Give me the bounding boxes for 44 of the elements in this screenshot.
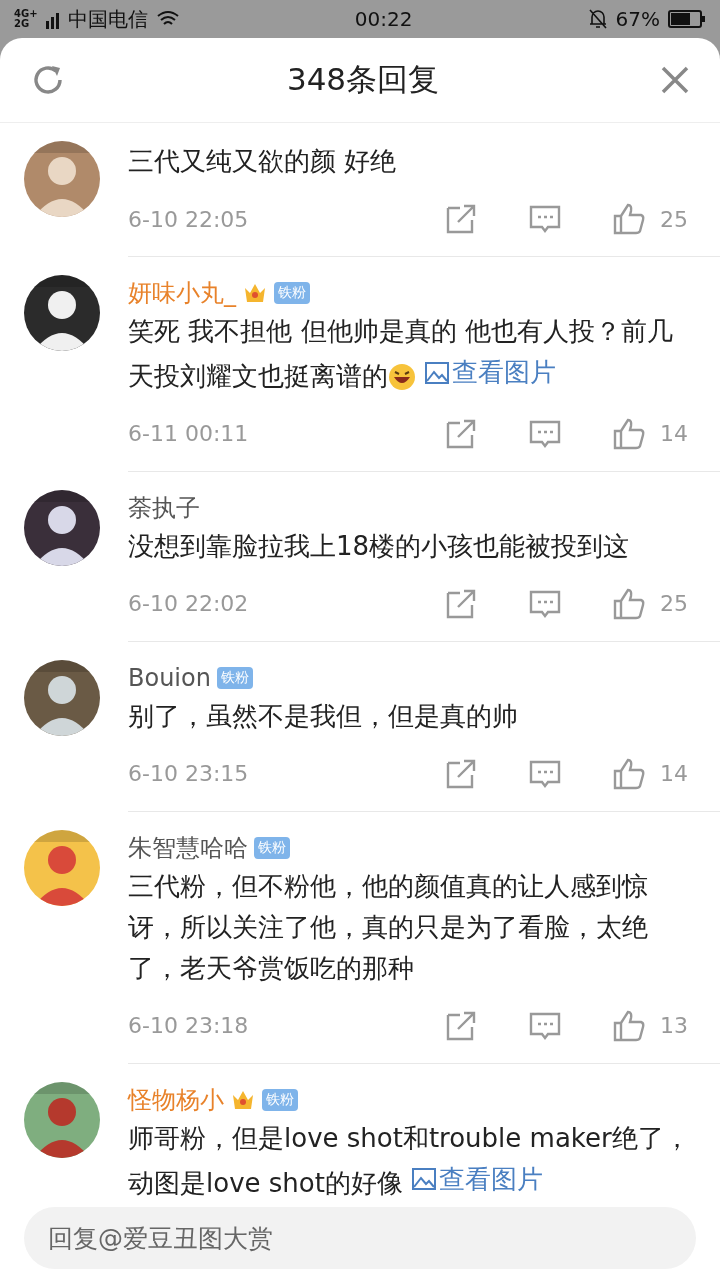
user-name[interactable]: 怪物杨小: [128, 1083, 224, 1116]
image-icon: [424, 360, 451, 385]
comment-time: 6-10 23:18: [128, 1013, 250, 1038]
thumbs-up-icon[interactable]: [612, 586, 646, 621]
thumbs-up-icon[interactable]: [612, 1008, 646, 1043]
image-icon: [411, 1167, 438, 1191]
view-image-link[interactable]: 查看图片: [424, 352, 557, 393]
battery-percent: 67%: [615, 7, 660, 31]
battery-icon: [668, 9, 706, 29]
share-icon[interactable]: [444, 202, 478, 236]
fan-badge: 铁粉: [254, 836, 290, 859]
reply-field[interactable]: 回复@爱豆丑图大赏: [24, 1207, 696, 1269]
view-image-link[interactable]: 查看图片: [411, 1158, 544, 1196]
bell-off-icon: [587, 8, 608, 30]
comment-time: 6-10 22:05: [128, 206, 250, 232]
close-icon[interactable]: [660, 65, 690, 95]
like-count: 25: [660, 591, 689, 616]
network-indicator: 4G+ 2G: [14, 9, 38, 29]
clock: 00:22: [354, 7, 413, 31]
user-name[interactable]: 朱智慧哈哈: [128, 831, 248, 864]
user-name[interactable]: Bouion: [128, 663, 211, 692]
comment-text: 没想到靠脸拉我上18楼的小孩也能被投到这: [128, 529, 631, 563]
comment-text: 笑死 我不担他 但他帅是真的 他也有人投？前几天投刘耀文也挺离谱的 查看图片: [128, 315, 674, 395]
like-count: 14: [660, 761, 689, 786]
comment-time: 6-10 22:02: [128, 591, 250, 616]
comment-text: 别了，虽然不是我但，但是真的帅: [128, 699, 519, 733]
header-title: 348条回复: [285, 60, 441, 99]
like-count: 13: [660, 1013, 689, 1038]
fan-badge: 铁粉: [216, 666, 253, 689]
like-count: 25: [660, 206, 689, 232]
thumbs-up-icon[interactable]: [612, 416, 646, 451]
comment-time: 6-10 23:15: [128, 761, 250, 786]
carrier-name: 中国电信: [67, 5, 148, 33]
comment-text: 三代又纯又欲的颜 好绝: [128, 145, 398, 178]
fan-badge: 铁粉: [262, 1088, 298, 1111]
fan-badge: 铁粉: [274, 282, 310, 304]
user-name[interactable]: 荼执子: [128, 491, 200, 524]
thumbs-up-icon[interactable]: [612, 202, 646, 236]
user-name[interactable]: 妍味小丸_: [128, 277, 236, 309]
comment-time: 6-11 00:11: [128, 421, 250, 446]
like-count: 14: [660, 421, 689, 446]
thumbs-up-icon[interactable]: [612, 756, 646, 791]
comment-text: 师哥粉，但是love shot和trouble maker绝了，动图是love shot的好像 查看图片: [128, 1121, 690, 1196]
comment-text: 三代粉，但不粉他，他的颜值真的让人感到惊讶，所以关注了他，真的只是为了看脸，太绝了，老天爷赏饭吃的那种: [128, 869, 649, 985]
